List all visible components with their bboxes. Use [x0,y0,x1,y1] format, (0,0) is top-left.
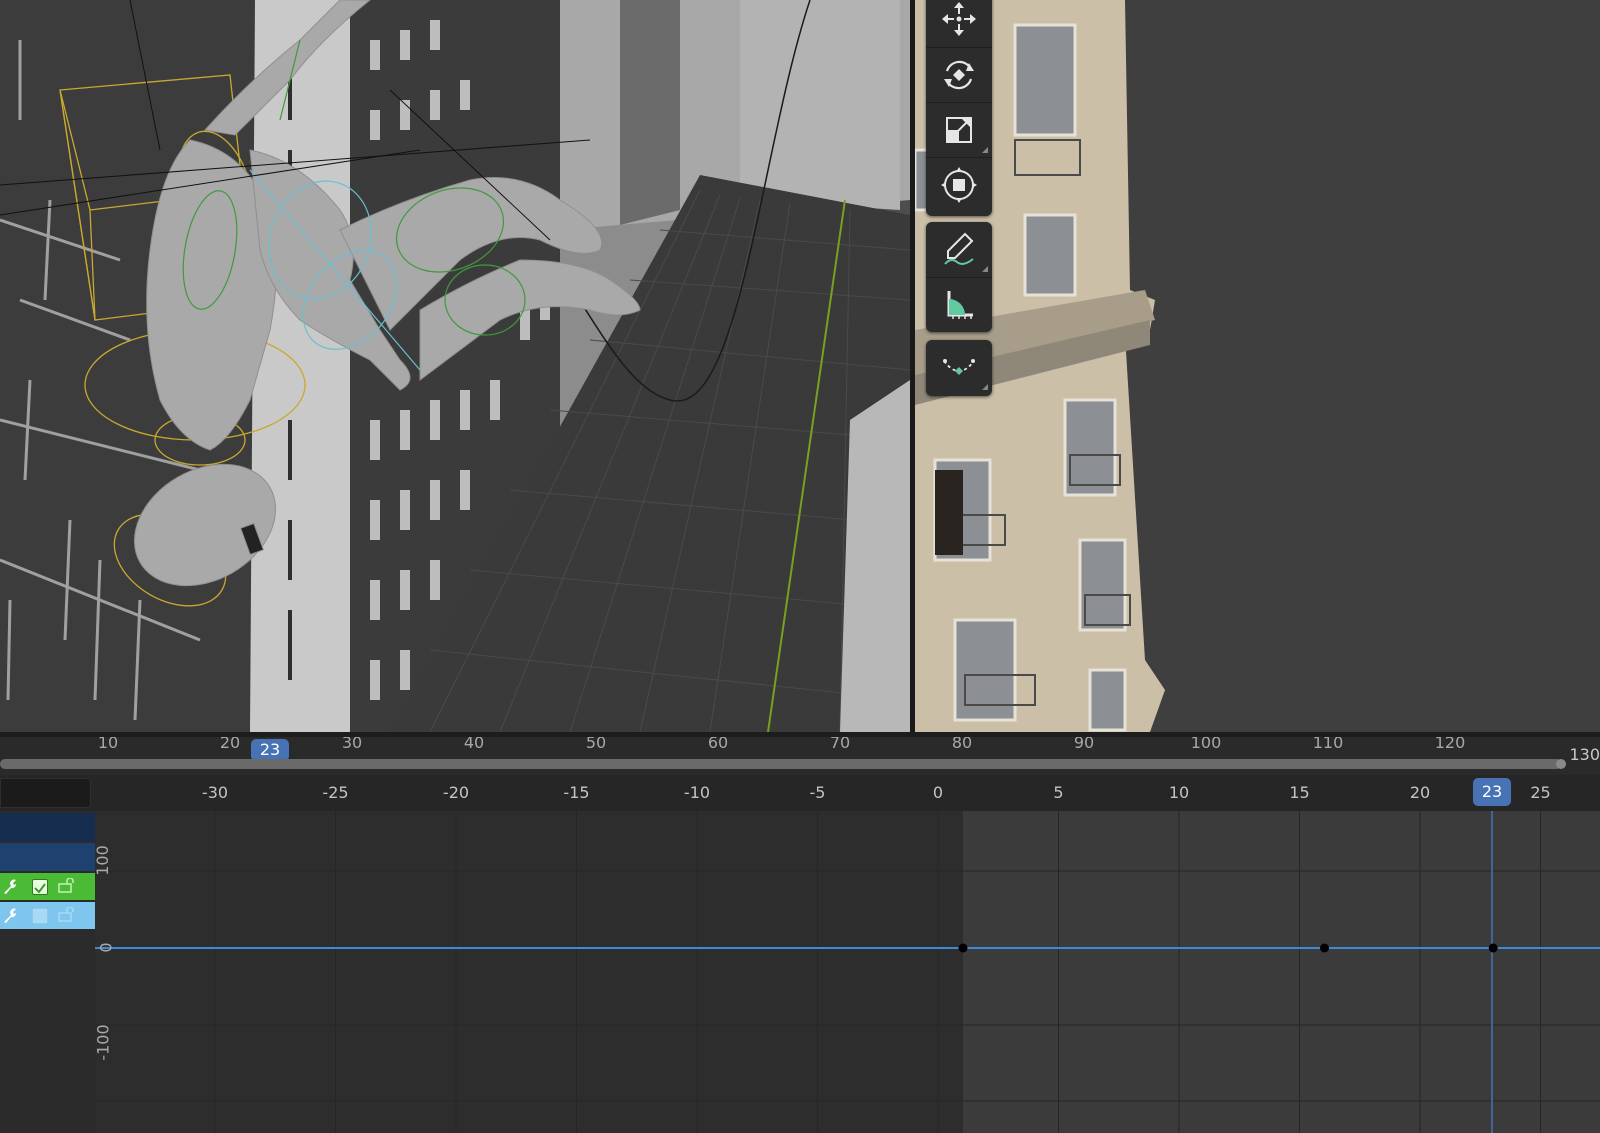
curve-tool-group [926,340,992,396]
graph-frame-label: -30 [201,783,229,802]
channel-list [0,811,95,1133]
value-label-neg100: -100 [95,1024,113,1061]
annotate-pencil-icon [944,232,974,265]
scale-tool-button[interactable] [926,102,992,157]
move-icon [942,2,976,36]
rotate-icon [944,60,974,90]
channel-row-modifier[interactable] [0,873,95,900]
value-label-0: 0 [96,942,116,953]
annotate-tool-button[interactable] [926,222,992,276]
scale-icon [946,117,972,143]
graph-frame-label: 20 [1409,783,1431,802]
channel-enable-checkbox[interactable] [32,908,48,924]
measure-ruler-icon [947,291,973,319]
graph-editor-canvas[interactable]: 100 0 -100 [95,811,1600,1133]
wrench-icon [4,879,17,894]
timeline-scroll-handle[interactable] [1556,759,1566,769]
more-tools-indicator [982,384,988,390]
more-tools-indicator [982,147,988,153]
timeline-frame-label: 120 [1434,737,1466,752]
transform-tool-group [926,0,992,216]
reference-image-panel [915,0,1600,732]
lock-open-icon[interactable] [58,878,76,893]
curve-handle-icon [943,359,975,375]
graph-frame-label: -20 [442,783,470,802]
graph-frame-label: 10 [1168,783,1190,802]
keyframe-point[interactable] [958,943,968,953]
transform-tool-button[interactable] [926,157,992,212]
building-facade-image [915,0,1600,732]
keyframe-point[interactable] [1320,943,1329,953]
timeline-frame-label: 30 [341,737,363,752]
timeline-frame-label: 20 [219,737,241,752]
transform-icon [941,167,977,203]
viewport-scene [0,0,910,732]
pre-range-area [95,811,963,1133]
graph-editor-search-area [0,775,95,811]
graph-frame-label: -10 [683,783,711,802]
timeline-frame-label: 50 [585,737,607,752]
graph-frame-label: 25 [1530,783,1551,802]
more-tools-indicator [982,266,988,272]
timeline-current-frame-indicator[interactable]: 23 [251,739,289,761]
frame-end-label: 130 [1569,745,1600,764]
graph-current-frame-badge[interactable]: 23 [1473,778,1511,806]
3d-viewport[interactable] [0,0,910,732]
timeline-frame-label: 40 [463,737,485,752]
graph-frame-label: 15 [1289,783,1310,802]
annotate-tool-group [926,222,992,332]
timeline-frame-label: 70 [829,737,851,752]
graph-frame-label: 5 [1053,783,1064,802]
graph-frame-ruler[interactable]: -30 -25 -20 -15 -10 -5 0 5 10 15 20 25 23 [95,775,1600,812]
wrench-icon [4,908,17,923]
timeline-frame-label: 100 [1190,737,1222,752]
timeline-scrollbar[interactable] [0,759,1562,769]
graph-frame-label: -15 [563,783,590,802]
graph-frame-label: -5 [809,783,826,802]
checkmark-icon [34,883,46,894]
timeline-frame-label: 80 [951,737,973,752]
timeline-frame-label: 90 [1073,737,1095,752]
channel-row-object[interactable] [0,813,95,841]
lock-open-icon[interactable] [58,907,76,922]
graph-frame-label: 0 [932,783,944,802]
timeline-ruler[interactable]: 10 20 30 40 50 60 70 80 90 100 110 120 23 130 [0,737,1600,775]
rotate-tool-button[interactable] [926,47,992,102]
graph-curves [95,811,1600,1133]
channel-row-modifier-2[interactable] [0,902,95,929]
timeline-frame-label: 60 [707,737,729,752]
channel-enable-checkbox[interactable] [32,879,48,895]
channel-search-field[interactable] [0,778,91,808]
timeline-frame-label: 110 [1312,737,1344,752]
curve-tool-button[interactable] [926,340,992,394]
timeline-frame-label: 10 [97,737,119,752]
value-label-100: 100 [95,845,112,876]
measure-tool-button[interactable] [926,277,992,332]
keyframe-point[interactable] [1488,943,1498,953]
channel-row-action[interactable] [0,843,95,871]
move-tool-button[interactable] [926,0,992,46]
graph-frame-label: -25 [322,783,349,802]
